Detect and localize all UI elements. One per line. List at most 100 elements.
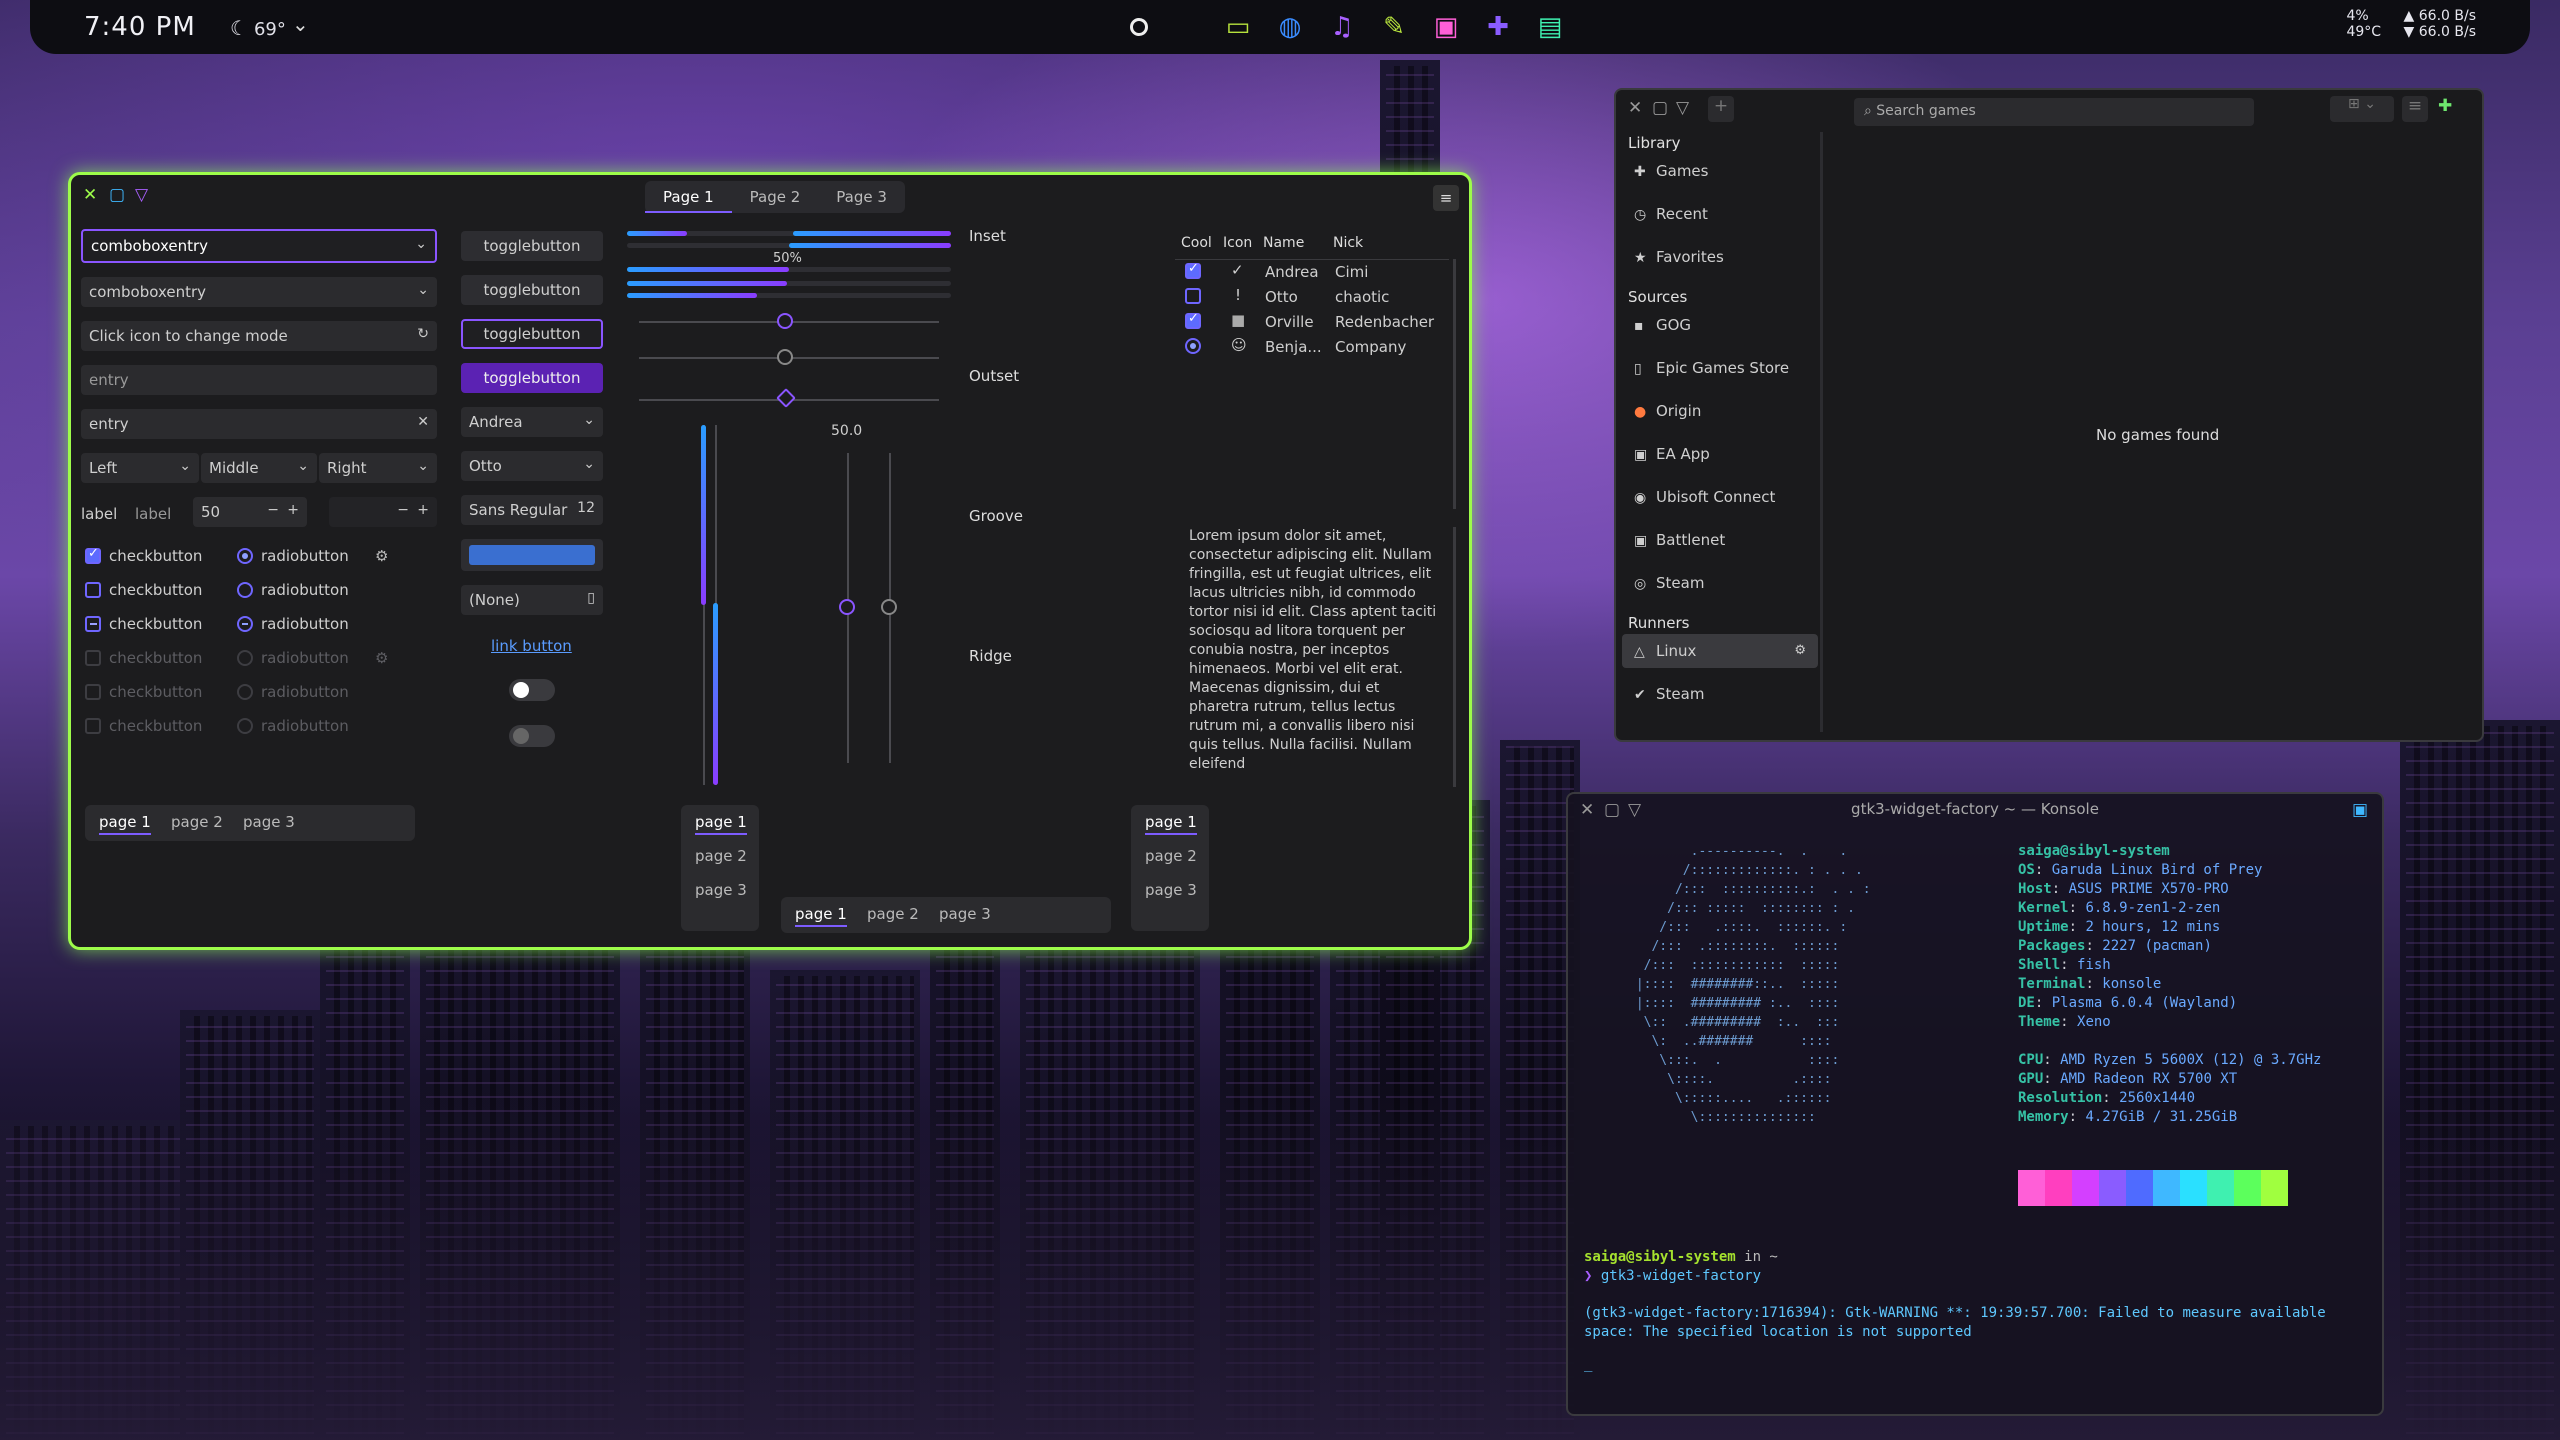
maximize-icon[interactable]: ▢ — [1652, 98, 1668, 118]
checkbox[interactable] — [1185, 261, 1201, 279]
browser-icon[interactable]: ◍ — [1274, 12, 1306, 42]
textview-scrollbar[interactable] — [1453, 527, 1456, 787]
system-monitor[interactable]: 4% 49°C ▲ 66.0 B/s ▼ 66.0 B/s — [2328, 8, 2476, 40]
tab-page-3[interactable]: page 3 — [695, 881, 747, 899]
checkbutton-2[interactable]: checkbutton — [85, 581, 202, 599]
radiobutton-2[interactable]: radiobutton — [237, 581, 349, 599]
togglebutton-1[interactable]: togglebutton — [461, 231, 603, 261]
circle-icon[interactable] — [1130, 18, 1148, 36]
minimize-icon[interactable]: ▽ — [135, 185, 148, 205]
checkbox[interactable] — [1185, 288, 1201, 304]
checkbutton-3[interactable]: checkbutton — [85, 615, 202, 633]
gamepad-icon[interactable]: ✚ — [2438, 96, 2452, 116]
vscale-4-knob[interactable] — [881, 599, 897, 615]
settings-icon[interactable]: ⚙ — [1794, 634, 1806, 668]
video-icon[interactable]: ▣ — [1430, 12, 1462, 42]
radiobutton-3[interactable]: radiobutton — [237, 615, 349, 633]
sidebar-item-battlenet[interactable]: ▣ Battlenet — [1622, 523, 1818, 557]
terminal-icon[interactable]: ▣ — [2352, 800, 2368, 820]
column-icon[interactable]: Icon — [1223, 235, 1252, 251]
search-input[interactable]: ⌕ Search games — [1854, 98, 2254, 126]
column-nick[interactable]: Nick — [1333, 235, 1363, 251]
tab-page-3[interactable]: Page 3 — [818, 181, 905, 213]
combo-right[interactable]: Right ⌄ — [319, 453, 437, 483]
tab-page-1[interactable]: page 1 — [695, 813, 747, 835]
tab-page-1[interactable]: page 1 — [1145, 813, 1197, 835]
sidebar-item-recent[interactable]: ◷ Recent — [1622, 197, 1818, 231]
games-icon[interactable]: ✚ — [1482, 12, 1514, 42]
chevron-down-icon[interactable]: ⌄ — [292, 12, 309, 36]
chevron-down-icon[interactable]: ⌄ — [417, 282, 429, 298]
sidebar-item-epic[interactable]: ▯ Epic Games Store — [1622, 351, 1818, 385]
menu-icon[interactable]: ≡ — [2402, 96, 2428, 122]
combo-andrea[interactable]: Andrea ⌄ — [461, 407, 603, 437]
tab-page-2[interactable]: page 2 — [1145, 847, 1197, 865]
radiobutton-1[interactable]: radiobutton — [237, 547, 349, 565]
tree-row[interactable] — [1185, 338, 1201, 358]
tree-row[interactable] — [1185, 311, 1201, 333]
combo-middle[interactable]: Middle ⌄ — [201, 453, 317, 483]
hamburger-menu-icon[interactable]: ≡ — [1433, 185, 1459, 211]
togglebutton-2[interactable]: togglebutton — [461, 275, 603, 305]
minus-icon[interactable]: − — [267, 502, 279, 518]
plus-icon[interactable]: + — [287, 502, 299, 518]
minimize-icon[interactable]: ▽ — [1676, 98, 1689, 118]
tab-page-2[interactable]: page 2 — [171, 813, 223, 831]
checkbox[interactable] — [85, 546, 101, 564]
tab-page-1[interactable]: page 1 — [99, 813, 151, 835]
column-cool[interactable]: Cool — [1181, 235, 1212, 251]
sidebar-item-favorites[interactable]: ★ Favorites — [1622, 240, 1818, 274]
tree-row[interactable] — [1185, 288, 1201, 308]
add-icon[interactable]: + — [1708, 96, 1734, 122]
comboboxentry-1[interactable]: comboboxentry ⌄ — [81, 229, 437, 263]
clear-icon[interactable]: ✕ — [417, 414, 429, 430]
close-icon[interactable]: ✕ — [1628, 98, 1642, 118]
maximize-icon[interactable]: ▢ — [109, 185, 125, 205]
tab-page-2[interactable]: page 2 — [867, 905, 919, 923]
view-toggle-icon[interactable]: ⊞ ⌄ — [2330, 96, 2394, 122]
music-icon[interactable]: ♫ — [1326, 12, 1358, 42]
hscale-1-knob[interactable] — [777, 313, 793, 329]
sidebar-item-gog[interactable]: ▪ GOG — [1622, 308, 1818, 342]
gear-icon[interactable]: ⚙ — [375, 547, 388, 565]
sidebar-item-steam[interactable]: ◎ Steam — [1622, 566, 1818, 600]
refresh-icon[interactable]: ↻ — [417, 326, 429, 342]
hscale-2-knob[interactable] — [777, 349, 793, 365]
sidebar-item-ea[interactable]: ▣ EA App — [1622, 437, 1818, 471]
sidebar-item-origin[interactable]: ● Origin — [1622, 394, 1818, 428]
sidebar-item-steam-runner[interactable]: ✔ Steam — [1622, 677, 1818, 711]
checkbox[interactable] — [85, 616, 101, 632]
combo-left[interactable]: Left ⌄ — [81, 453, 199, 483]
togglebutton-4[interactable]: togglebutton — [461, 363, 603, 393]
color-button[interactable] — [461, 539, 603, 571]
tab-page-2[interactable]: page 2 — [695, 847, 747, 865]
font-button[interactable]: Sans Regular 12 — [461, 495, 603, 525]
entry-1[interactable]: entry — [81, 365, 437, 395]
folder-icon[interactable]: ▭ — [1222, 12, 1254, 42]
comboboxentry-2[interactable]: comboboxentry ⌄ — [81, 277, 437, 307]
chevron-down-icon[interactable]: ⌄ — [415, 236, 427, 252]
tab-page-1[interactable]: page 1 — [795, 905, 847, 927]
column-name[interactable]: Name — [1263, 235, 1304, 251]
sidebar-scrollbar[interactable] — [1820, 132, 1823, 732]
checkbox[interactable] — [1185, 311, 1201, 329]
clock[interactable]: 7:40 PM — [84, 12, 196, 42]
file-chooser-button[interactable]: (None) ▯ — [461, 585, 603, 615]
tab-page-3[interactable]: page 3 — [243, 813, 295, 831]
tab-page-1[interactable]: Page 1 — [645, 181, 732, 213]
tab-page-2[interactable]: Page 2 — [732, 181, 819, 213]
tree-row[interactable] — [1185, 261, 1201, 283]
checkbutton-1[interactable]: checkbutton — [85, 546, 202, 565]
radio[interactable] — [237, 582, 253, 598]
checkbox[interactable] — [85, 582, 101, 598]
link-button[interactable]: link button — [491, 637, 572, 655]
entry-2[interactable]: entry ✕ — [81, 409, 437, 439]
sidebar-item-ubisoft[interactable]: ◉ Ubisoft Connect — [1622, 480, 1818, 514]
text-view[interactable]: Lorem ipsum dolor sit amet, consectetur … — [1189, 527, 1444, 789]
spinbutton[interactable]: 50 − + — [193, 497, 307, 527]
hscale-3-knob[interactable] — [776, 388, 796, 408]
combo-otto[interactable]: Otto ⌄ — [461, 451, 603, 481]
radio[interactable] — [237, 616, 253, 632]
close-icon[interactable]: ✕ — [83, 185, 97, 205]
weather-widget[interactable]: ☾ 69° — [230, 16, 286, 40]
